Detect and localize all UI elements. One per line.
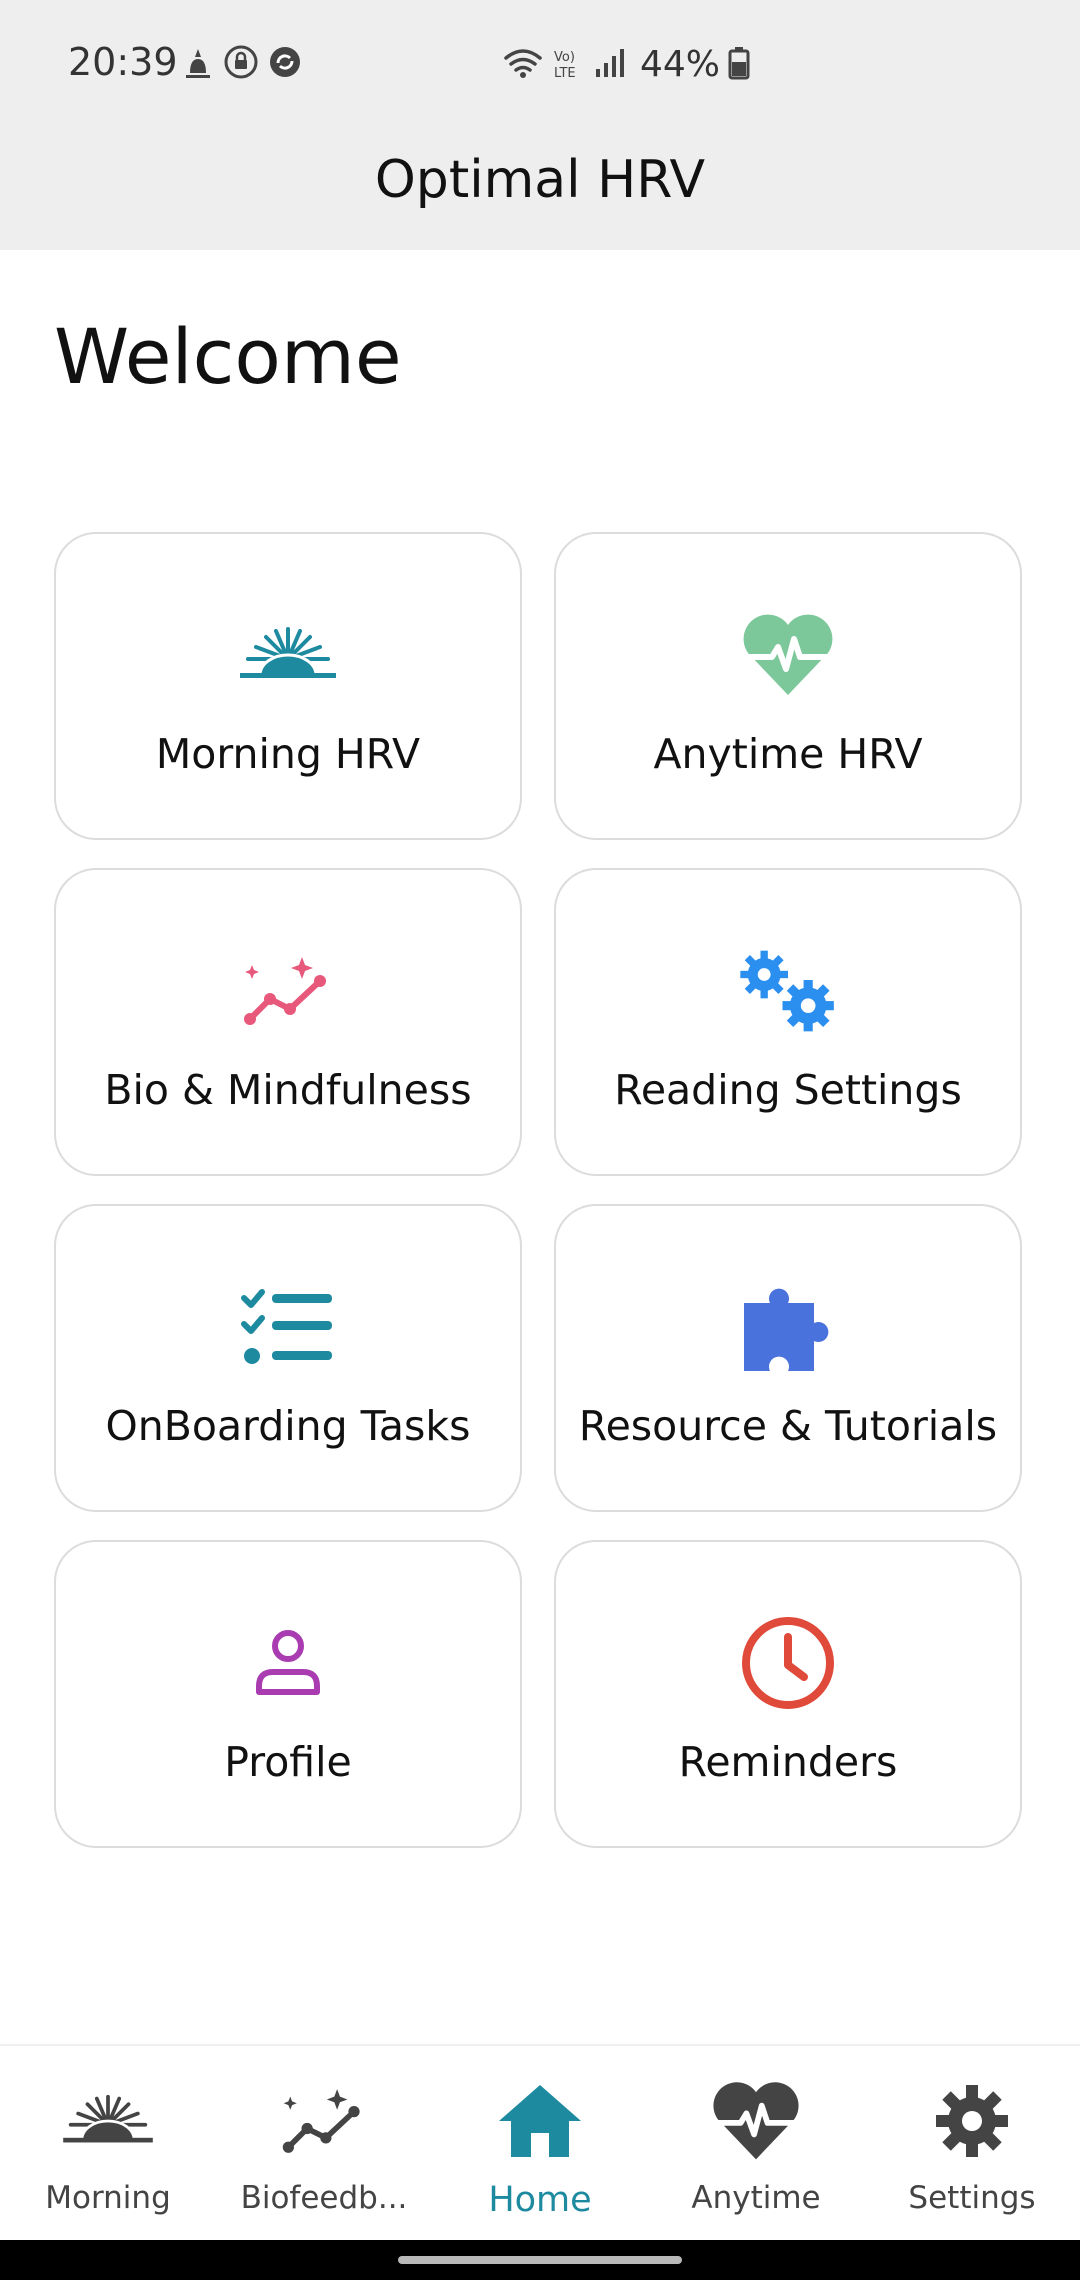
- status-time: 20:39: [68, 40, 178, 84]
- app-title: Optimal HRV: [374, 150, 706, 210]
- sunrise-icon: [58, 2076, 158, 2166]
- onboarding-tasks-card[interactable]: OnBoarding Tasks: [54, 1204, 522, 1512]
- bio-mindfulness-card[interactable]: Bio & Mindfulness: [54, 868, 522, 1176]
- nav-item-anytime[interactable]: Anytime: [648, 2046, 864, 2242]
- checklist-icon: [233, 1272, 343, 1382]
- status-left-icons: [182, 45, 302, 83]
- home-icon: [490, 2076, 590, 2166]
- nav-label: Anytime: [691, 2180, 821, 2216]
- anytime-hrv-card[interactable]: Anytime HRV: [554, 532, 1022, 840]
- battery-icon: [728, 46, 750, 84]
- card-label: Resource & Tutorials: [578, 1402, 998, 1450]
- heart-pulse-icon: [733, 600, 843, 710]
- nav-item-settings[interactable]: Settings: [864, 2046, 1080, 2242]
- status-bar: 20:39 Vo) LTE 44%: [0, 0, 1080, 130]
- nav-item-biofeedback[interactable]: Biofeedb...: [216, 2046, 432, 2242]
- person-icon: [233, 1608, 343, 1718]
- nav-label: Morning: [45, 2180, 171, 2216]
- nav-label: Settings: [908, 2180, 1036, 2216]
- wifi-icon: [502, 46, 544, 84]
- svg-text:LTE: LTE: [554, 66, 576, 80]
- sparkle-chart-icon: [233, 936, 343, 1046]
- card-label: Anytime HRV: [653, 730, 923, 778]
- bottom-nav: Morning Biofeedb... Home Anytime Setting…: [0, 2044, 1080, 2242]
- nav-label: Home: [488, 2180, 592, 2220]
- alarm-icon: [182, 45, 214, 83]
- card-label: Reading Settings: [614, 1066, 962, 1114]
- svg-text:Vo): Vo): [554, 50, 575, 65]
- resource-tutorials-card[interactable]: Resource & Tutorials: [554, 1204, 1022, 1512]
- lock-circle-icon: [224, 45, 258, 83]
- card-label: Reminders: [678, 1738, 898, 1786]
- sync-circle-icon: [268, 45, 302, 83]
- battery-percent: 44%: [640, 44, 721, 85]
- welcome-heading: Welcome: [54, 312, 402, 401]
- signal-icon: [594, 47, 626, 83]
- card-label: Bio & Mindfulness: [104, 1066, 472, 1114]
- puzzle-icon: [733, 1272, 843, 1382]
- card-label: OnBoarding Tasks: [105, 1402, 471, 1450]
- reading-settings-card[interactable]: Reading Settings: [554, 868, 1022, 1176]
- nav-item-morning[interactable]: Morning: [0, 2046, 216, 2242]
- gear-icon: [922, 2076, 1022, 2166]
- reminders-card[interactable]: Reminders: [554, 1540, 1022, 1848]
- morning-hrv-card[interactable]: Morning HRV: [54, 532, 522, 840]
- gears-icon: [733, 936, 843, 1046]
- profile-card[interactable]: Profile: [54, 1540, 522, 1848]
- top-bar: 20:39 Vo) LTE 44% Optimal HRV: [0, 0, 1080, 250]
- sparkle-chart-icon: [274, 2076, 374, 2166]
- card-label: Profile: [224, 1738, 352, 1786]
- clock-icon: [733, 1608, 843, 1718]
- volte-icon: Vo) LTE: [552, 46, 586, 84]
- sunrise-icon: [233, 600, 343, 710]
- nav-item-home[interactable]: Home: [432, 2046, 648, 2242]
- card-label: Morning HRV: [155, 730, 421, 778]
- gesture-bar: [0, 2240, 1080, 2280]
- feature-grid: Morning HRV Anytime HRV Bio & Mindfulnes…: [54, 532, 1026, 1848]
- nav-label: Biofeedb...: [240, 2180, 408, 2216]
- heart-pulse-icon: [706, 2076, 806, 2166]
- status-right-icons: Vo) LTE 44%: [502, 44, 750, 85]
- home-gesture-handle[interactable]: [398, 2256, 682, 2264]
